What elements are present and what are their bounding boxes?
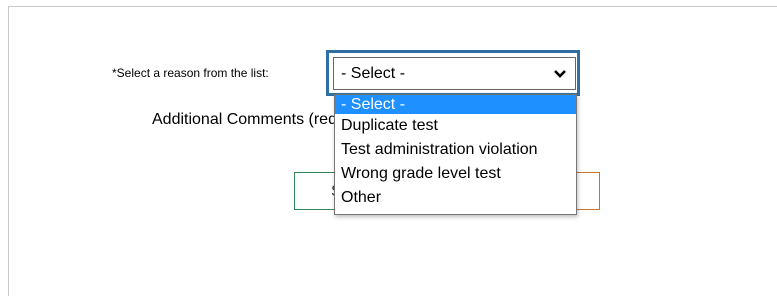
reason-select-value: - Select - bbox=[341, 64, 406, 82]
chevron-down-icon bbox=[554, 69, 566, 78]
option-wrong-grade-level-test[interactable]: Wrong grade level test bbox=[335, 162, 576, 186]
option-select[interactable]: - Select - bbox=[335, 95, 576, 114]
option-duplicate-test[interactable]: Duplicate test bbox=[335, 114, 576, 138]
reason-select[interactable]: - Select - bbox=[333, 57, 576, 90]
option-other[interactable]: Other bbox=[335, 186, 576, 210]
reason-label: *Select a reason from the list: bbox=[112, 66, 269, 80]
option-test-administration-violation[interactable]: Test administration violation bbox=[335, 138, 576, 162]
reason-dropdown-list: - Select - Duplicate test Test administr… bbox=[334, 94, 577, 215]
